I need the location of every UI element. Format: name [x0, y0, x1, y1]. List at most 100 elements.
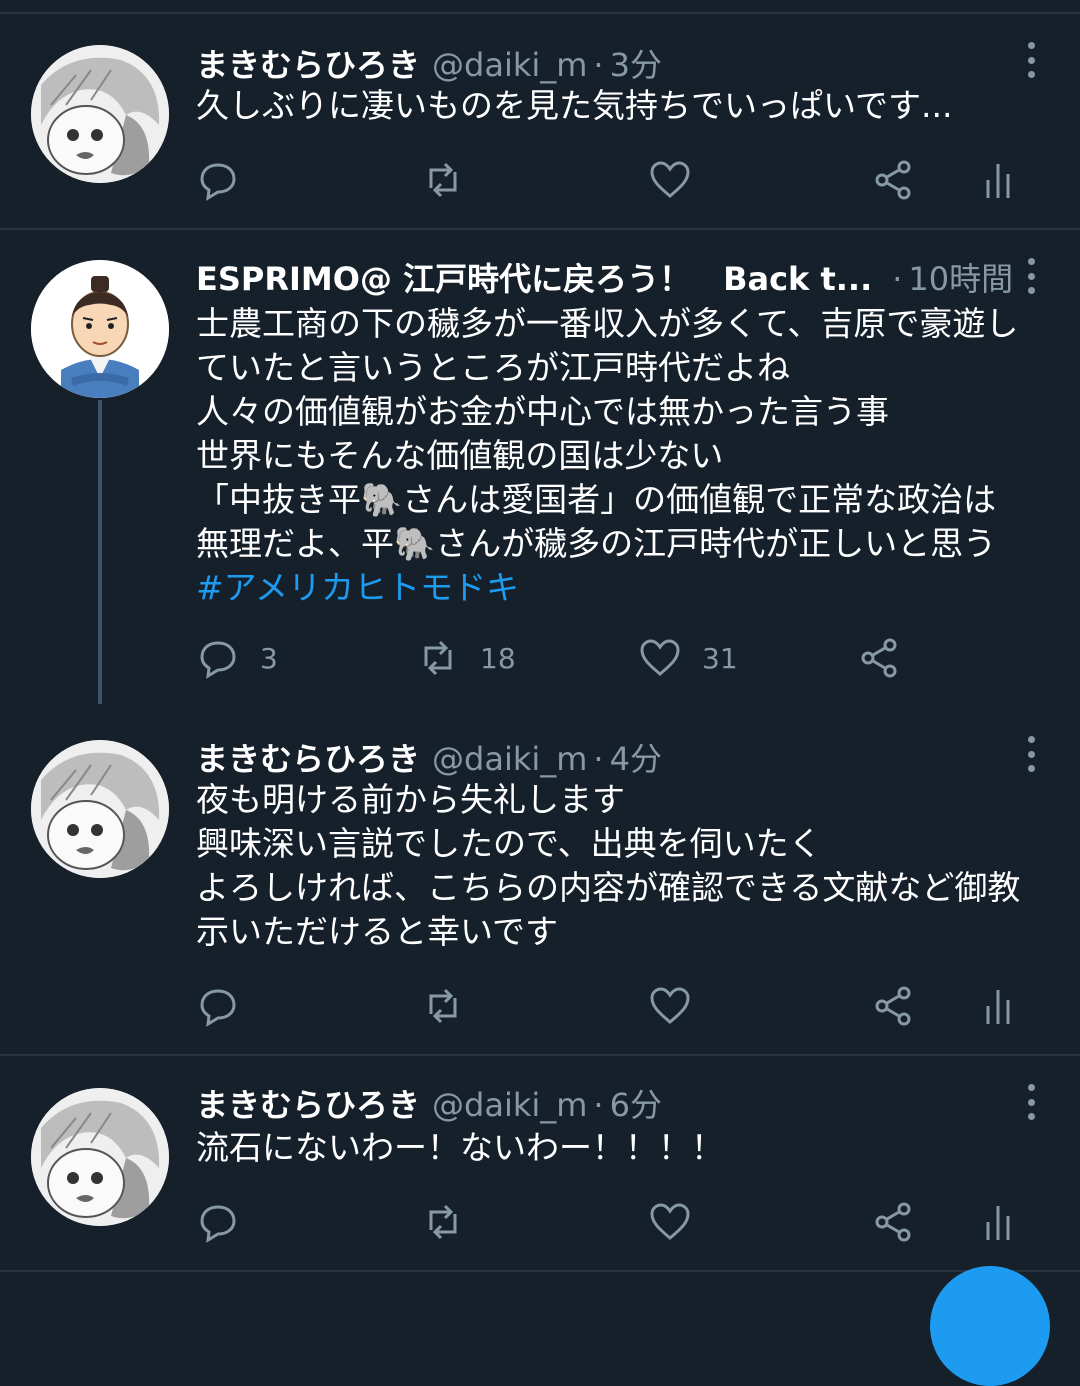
separator-dot: · — [593, 740, 604, 778]
action-bar — [196, 154, 1036, 206]
share-button[interactable] — [872, 154, 916, 206]
tweet-text: 士農工商の下の穢多が一番収入が多くて、吉原で豪遊し ていたと言いうところが江戸時… — [196, 302, 1056, 610]
tweet[interactable]: まきむらひろき @daiki_m · 3分 久しぶりに凄いものを見た気持ちでいっ… — [0, 14, 1080, 228]
tweet-text: 流石にないわー！ないわー！！！！ — [196, 1126, 1056, 1170]
timestamp[interactable]: 4分 — [610, 734, 662, 780]
hashtag-link[interactable]: #アメリカヒトモドキ — [196, 566, 1056, 610]
tweet-divider — [0, 1270, 1080, 1272]
tweet-header: まきむらひろき @daiki_m · 4分 — [196, 734, 1040, 782]
display-name[interactable]: まきむらひろき — [196, 40, 420, 86]
tweet-line: 人々の価値観がお金が中心では無かった言う事 — [196, 392, 889, 431]
retweet-button[interactable] — [421, 154, 465, 206]
manga-avatar-image — [31, 1088, 169, 1226]
reply-icon — [200, 641, 236, 679]
thread-line — [98, 400, 102, 704]
analytics-icon — [986, 1206, 1010, 1240]
avatar[interactable] — [31, 740, 169, 878]
retweet-button[interactable] — [421, 980, 465, 1032]
tweet-text: 夜も明ける前から失礼します 興味深い言説でしたので、出典を伺いたく よろしければ… — [196, 778, 1056, 954]
manga-avatar-image — [31, 45, 169, 183]
retweet-icon — [429, 1204, 457, 1240]
separator-dot: · — [593, 1086, 604, 1124]
retweet-button[interactable]: 18 — [416, 632, 516, 684]
tweet-line: 無理だよ、平🐘さんが穢多の江戸時代が正しいと思う — [196, 524, 997, 563]
reply-button[interactable]: 3 — [196, 632, 278, 684]
share-button[interactable] — [872, 980, 916, 1032]
samurai-avatar-image — [31, 260, 169, 398]
analytics-icon — [986, 990, 1010, 1024]
more-icon[interactable] — [1026, 1084, 1036, 1120]
more-icon[interactable] — [1026, 258, 1036, 294]
tweet-header: まきむらひろき @daiki_m · 6分 — [196, 1080, 1040, 1128]
user-handle[interactable]: @daiki_m — [432, 1086, 587, 1124]
reply-icon — [200, 1205, 236, 1243]
share-icon — [875, 160, 911, 200]
reply-button[interactable] — [196, 154, 240, 206]
action-bar — [196, 1196, 1036, 1248]
reply-button[interactable] — [196, 980, 240, 1032]
like-icon — [650, 987, 690, 1024]
retweet-icon — [424, 640, 452, 676]
analytics-button[interactable] — [976, 1196, 1020, 1248]
user-handle[interactable]: @daiki_m — [432, 740, 587, 778]
tweet-line: 久しぶりに凄いものを見た気持ちでいっぱいです... — [196, 86, 953, 125]
avatar[interactable] — [31, 45, 169, 183]
analytics-icon — [986, 164, 1010, 198]
retweet-icon — [429, 988, 457, 1024]
retweet-button[interactable] — [421, 1196, 465, 1248]
display-name[interactable]: まきむらひろき — [196, 734, 420, 780]
retweet-icon — [429, 162, 457, 198]
tweet-header: ESPRIMO@ 江戸時代に戻ろう！ Back t... · 10時間 — [196, 254, 1040, 302]
share-icon — [875, 1202, 911, 1242]
share-icon — [875, 986, 911, 1026]
reply-button[interactable] — [196, 1196, 240, 1248]
tweet-line: よろしければ、こちらの内容が確認できる文献など御教 — [196, 868, 1021, 907]
tweet-line: 士農工商の下の穢多が一番収入が多くて、吉原で豪遊し — [196, 304, 1019, 343]
tweet-line: 夜も明ける前から失礼します — [196, 780, 625, 819]
separator-dot: · — [892, 260, 903, 298]
like-button[interactable] — [648, 154, 692, 206]
tweet[interactable]: まきむらひろき @daiki_m · 6分 流石にないわー！ないわー！！！！ — [0, 1056, 1080, 1270]
timestamp[interactable]: 3分 — [610, 40, 662, 86]
tweet-text: 久しぶりに凄いものを見た気持ちでいっぱいです... — [196, 84, 1056, 128]
more-icon[interactable] — [1026, 42, 1036, 78]
display-name[interactable]: ESPRIMO@ 江戸時代に戻ろう！ Back t... — [196, 254, 872, 300]
action-bar: 3 18 31 — [196, 632, 1036, 684]
tweet-line: ていたと言いうところが江戸時代だよね — [196, 348, 790, 387]
tweet-line: 「中抜き平🐘さんは愛国者」の価値観で正常な政治は — [196, 480, 997, 519]
share-button[interactable] — [858, 632, 902, 684]
tweet[interactable]: まきむらひろき @daiki_m · 4分 夜も明ける前から失礼します 興味深い… — [0, 712, 1080, 1052]
like-icon — [650, 1203, 690, 1240]
share-button[interactable] — [872, 1196, 916, 1248]
timestamp[interactable]: 10時間 — [908, 254, 1013, 300]
reply-icon — [200, 989, 236, 1027]
avatar[interactable] — [31, 1088, 169, 1226]
timestamp[interactable]: 6分 — [610, 1080, 662, 1126]
tweet[interactable]: ESPRIMO@ 江戸時代に戻ろう！ Back t... · 10時間 士農工商… — [0, 230, 1080, 710]
display-name[interactable]: まきむらひろき — [196, 1080, 420, 1126]
like-button[interactable] — [648, 980, 692, 1032]
like-icon — [650, 161, 690, 198]
share-icon — [861, 638, 897, 678]
tweet-line: 世界にもそんな価値観の国は少ない — [196, 436, 724, 475]
user-handle[interactable]: @daiki_m — [432, 46, 587, 84]
like-count: 31 — [702, 641, 738, 675]
tweet-line: 示いただけると幸いです — [196, 912, 559, 951]
like-button[interactable]: 31 — [638, 632, 738, 684]
reply-count: 3 — [260, 641, 278, 675]
analytics-button[interactable] — [976, 154, 1020, 206]
action-bar — [196, 980, 1036, 1032]
retweet-count: 18 — [480, 641, 516, 675]
separator-dot: · — [593, 46, 604, 84]
tweet-line: 興味深い言説でしたので、出典を伺いたく — [196, 824, 822, 863]
like-button[interactable] — [648, 1196, 692, 1248]
more-icon[interactable] — [1026, 736, 1036, 772]
tweet-line: 流石にないわー！ないわー！！！！ — [196, 1128, 724, 1167]
manga-avatar-image — [31, 740, 169, 878]
tweet-header: まきむらひろき @daiki_m · 3分 — [196, 40, 1040, 88]
reply-icon — [200, 163, 236, 201]
like-icon — [640, 639, 680, 676]
avatar[interactable] — [31, 260, 169, 398]
compose-tweet-button[interactable] — [930, 1266, 1050, 1386]
analytics-button[interactable] — [976, 980, 1020, 1032]
